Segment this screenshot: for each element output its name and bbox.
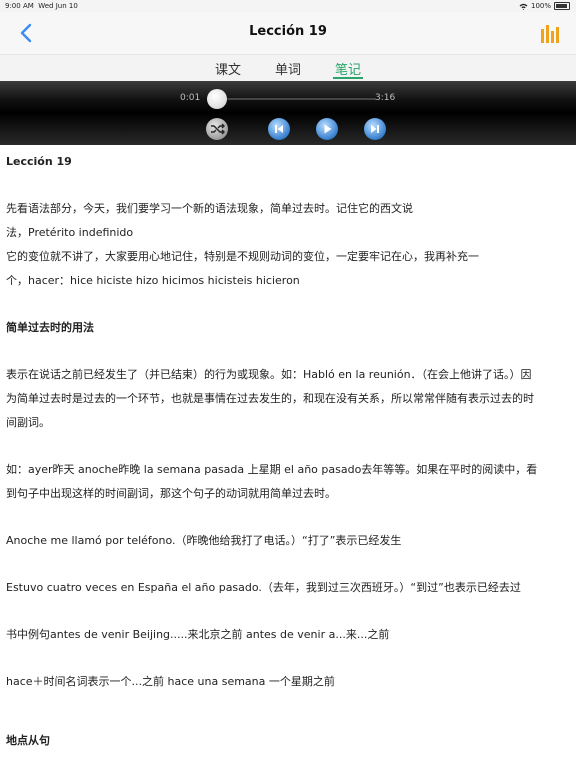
audio-player: 0:01 3:16 — [0, 81, 576, 145]
paragraph-line: 书中例句antes de venir Beijing.....来北京之前 ant… — [6, 628, 390, 641]
tab-text[interactable]: 课文 — [208, 59, 248, 78]
paragraph-line: Estuvo cuatro veces en España el año pas… — [6, 581, 521, 594]
progress-knob[interactable] — [207, 89, 227, 109]
paragraph-line: 间副词。 — [6, 416, 50, 429]
current-time: 0:01 — [180, 93, 201, 103]
paragraph-line: Anoche me llamó por teléfono.（昨晚他给我打了电话。… — [6, 534, 402, 547]
paragraph-line: 先看语法部分，今天，我们要学习一个新的语法现象，简单过去时。记住它的西文说 — [6, 202, 413, 215]
status-right: 100% — [519, 2, 570, 10]
play-button[interactable] — [316, 118, 338, 140]
paragraph-line: 如：ayer昨天 anoche昨晚 la semana pasada 上星期 e… — [6, 463, 538, 476]
paragraph-line: 个，hacer：hice hiciste hizo hicimos hicist… — [6, 274, 300, 287]
status-time-date: 9:00 AM Wed Jun 10 — [5, 2, 78, 10]
paragraph-line: hace＋时间名词表示一个...之前 hace una semana 一个星期之… — [6, 675, 335, 688]
section-heading: 地点从句 — [6, 734, 50, 747]
tab-words[interactable]: 单词 — [268, 59, 308, 78]
skip-previous-icon — [275, 125, 283, 133]
shuffle-icon — [211, 123, 225, 135]
skip-next-icon — [371, 125, 379, 133]
play-icon — [324, 124, 332, 134]
next-button[interactable] — [364, 118, 386, 140]
section-heading: 简单过去时的用法 — [6, 321, 94, 334]
wifi-icon — [519, 3, 528, 10]
notes-content: Lección 19 先看语法部分，今天，我们要学习一个新的语法现象，简单过去时… — [6, 146, 566, 768]
paragraph-line: 它的变位就不讲了，大家要用心地记住，特别是不规则动词的变位，一定要牢记在心，我再… — [6, 250, 479, 263]
paragraph-line: 到句子中出现这样的时间副词，那这个句子的动词就用简单过去时。 — [6, 487, 336, 500]
paragraph-line: 为简单过去时是过去的一个环节，也就是事情在过去发生的，和现在没有关系，所以常常伴… — [6, 392, 534, 405]
shuffle-button[interactable] — [206, 118, 228, 140]
tab-bar: 课文 单词 笔记 — [0, 54, 576, 82]
active-tab-indicator — [333, 77, 363, 79]
paragraph-line: 表示在说话之前已经发生了（并已结束）的行为或现象。如：Habló en la r… — [6, 368, 532, 381]
duration-time: 3:16 — [375, 93, 396, 103]
notes-heading: Lección 19 — [6, 155, 72, 168]
paragraph-line: 法，Pretérito indefinido — [6, 226, 134, 239]
tab-notes[interactable]: 笔记 — [328, 59, 368, 78]
status-date: Wed Jun 10 — [38, 2, 78, 10]
battery-percent: 100% — [530, 2, 551, 10]
page-title: Lección 19 — [249, 24, 327, 39]
status-time: 9:00 AM — [5, 2, 34, 10]
battery-icon — [554, 2, 570, 10]
bar-chart-icon[interactable] — [540, 24, 560, 44]
status-bar: 9:00 AM Wed Jun 10 100% — [0, 0, 576, 12]
nav-bar: Lección 19 — [0, 12, 576, 54]
progress-track[interactable] — [208, 98, 376, 100]
previous-button[interactable] — [268, 118, 290, 140]
